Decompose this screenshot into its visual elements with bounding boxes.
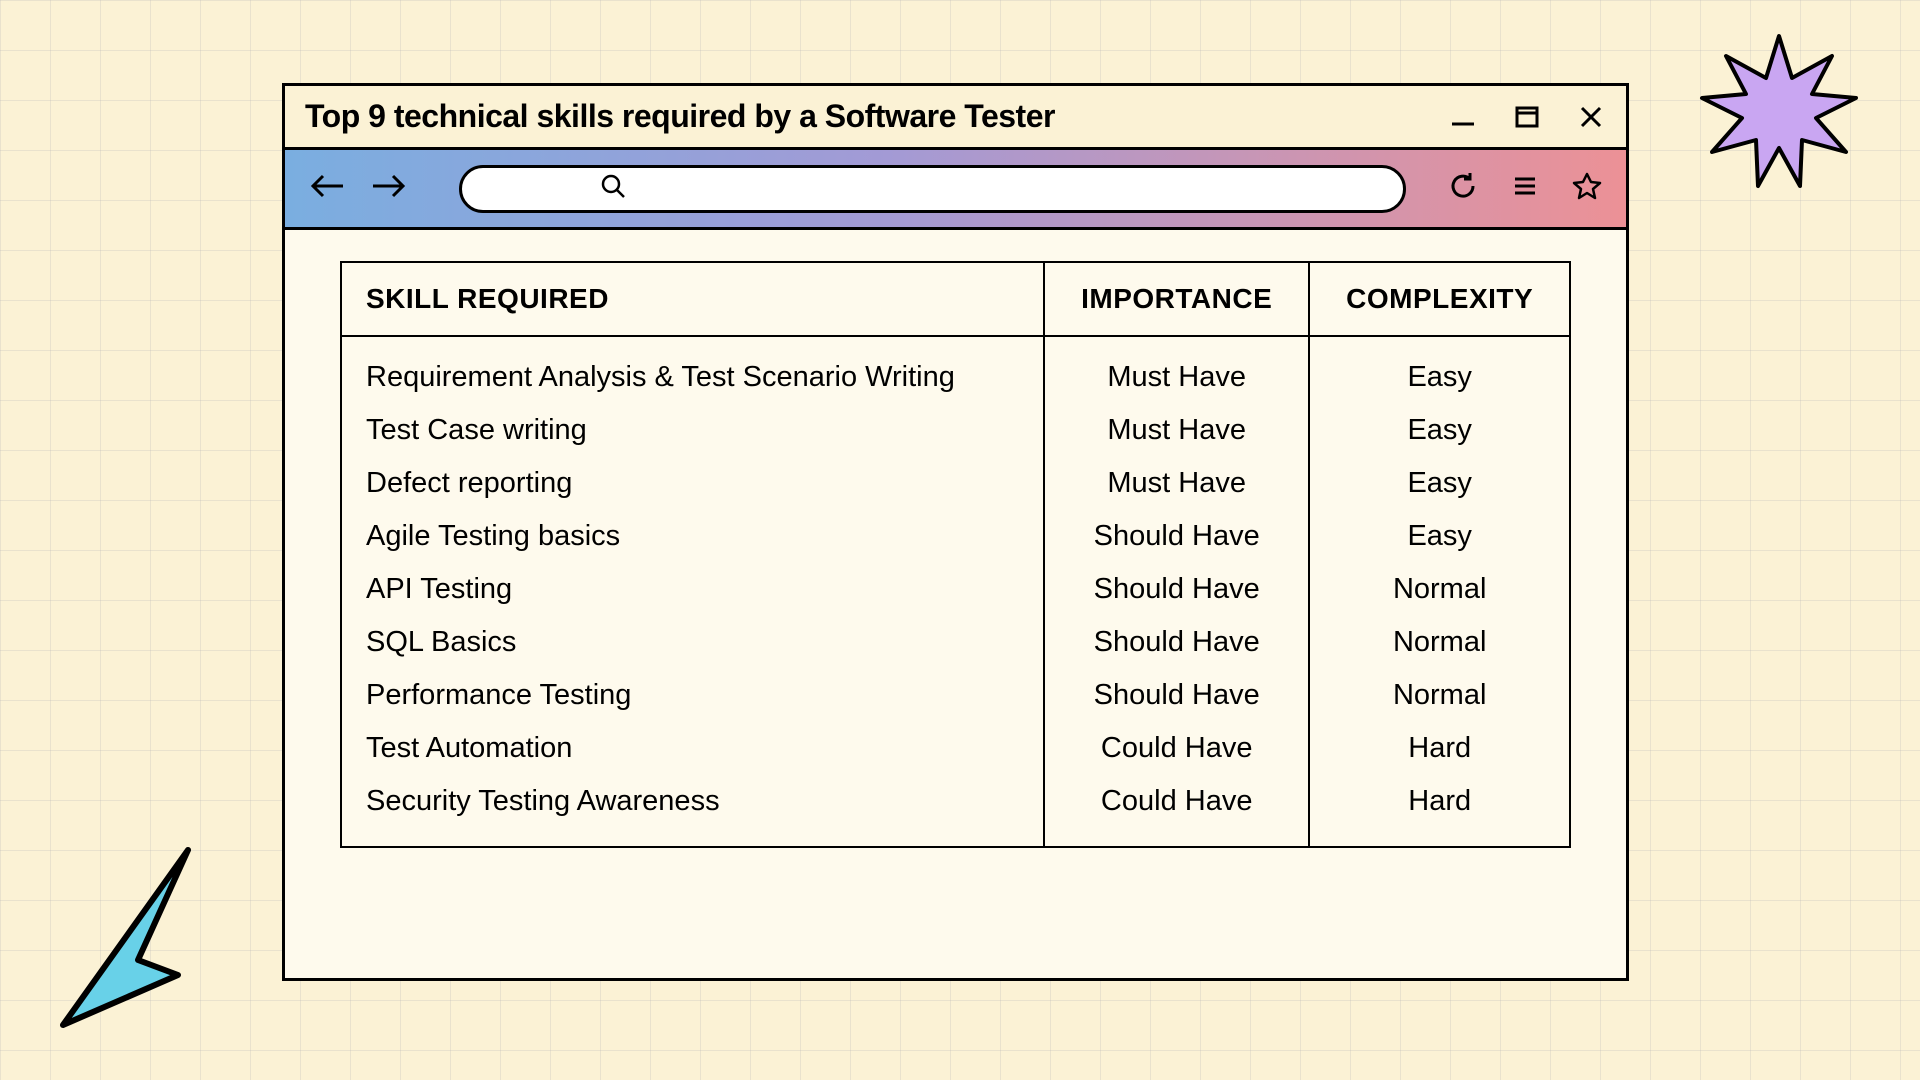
window-controls: [1448, 102, 1606, 132]
cell-skill: Agile Testing basics: [342, 510, 1045, 563]
menu-icon[interactable]: [1510, 171, 1540, 206]
cell-importance: Should Have: [1045, 616, 1310, 669]
header-skill: SKILL REQUIRED: [342, 263, 1045, 337]
browser-toolbar: [285, 150, 1626, 230]
table-row: Security Testing AwarenessCould HaveHard: [342, 775, 1569, 846]
cell-skill: Requirement Analysis & Test Scenario Wri…: [342, 337, 1045, 404]
maximize-icon[interactable]: [1512, 102, 1542, 132]
cell-complexity: Normal: [1310, 669, 1569, 722]
cell-complexity: Easy: [1310, 404, 1569, 457]
table-row: Test AutomationCould HaveHard: [342, 722, 1569, 775]
table-row: Performance TestingShould HaveNormal: [342, 669, 1569, 722]
minimize-icon[interactable]: [1448, 102, 1478, 132]
cell-skill: SQL Basics: [342, 616, 1045, 669]
forward-icon[interactable]: [371, 171, 407, 206]
cell-skill: Security Testing Awareness: [342, 775, 1045, 846]
reload-icon[interactable]: [1448, 171, 1478, 206]
cell-importance: Must Have: [1045, 337, 1310, 404]
address-bar[interactable]: [459, 165, 1406, 213]
table-row: Defect reportingMust HaveEasy: [342, 457, 1569, 510]
window-title: Top 9 technical skills required by a Sof…: [305, 98, 1448, 135]
cell-skill: Test Case writing: [342, 404, 1045, 457]
header-importance: IMPORTANCE: [1045, 263, 1310, 337]
cell-importance: Must Have: [1045, 457, 1310, 510]
cell-importance: Should Have: [1045, 669, 1310, 722]
title-bar: Top 9 technical skills required by a Sof…: [285, 86, 1626, 150]
search-icon: [600, 173, 626, 204]
cell-skill: Defect reporting: [342, 457, 1045, 510]
browser-window: Top 9 technical skills required by a Sof…: [282, 83, 1629, 981]
close-icon[interactable]: [1576, 102, 1606, 132]
cell-importance: Should Have: [1045, 510, 1310, 563]
table-row: SQL BasicsShould HaveNormal: [342, 616, 1569, 669]
cell-skill: API Testing: [342, 563, 1045, 616]
skills-table: SKILL REQUIRED IMPORTANCE COMPLEXITY Req…: [340, 261, 1571, 848]
back-icon[interactable]: [309, 171, 345, 206]
cell-complexity: Easy: [1310, 337, 1569, 404]
cell-skill: Performance Testing: [342, 669, 1045, 722]
table-row: Agile Testing basicsShould HaveEasy: [342, 510, 1569, 563]
table-row: Test Case writingMust HaveEasy: [342, 404, 1569, 457]
cell-importance: Must Have: [1045, 404, 1310, 457]
cell-complexity: Hard: [1310, 775, 1569, 846]
cell-complexity: Easy: [1310, 457, 1569, 510]
cell-importance: Could Have: [1045, 775, 1310, 846]
cell-importance: Could Have: [1045, 722, 1310, 775]
cell-skill: Test Automation: [342, 722, 1045, 775]
table-header-row: SKILL REQUIRED IMPORTANCE COMPLEXITY: [342, 263, 1569, 337]
star-icon[interactable]: [1572, 171, 1602, 206]
content-area: SKILL REQUIRED IMPORTANCE COMPLEXITY Req…: [285, 230, 1626, 978]
cell-complexity: Hard: [1310, 722, 1569, 775]
cell-importance: Should Have: [1045, 563, 1310, 616]
table-row: API TestingShould HaveNormal: [342, 563, 1569, 616]
table-row: Requirement Analysis & Test Scenario Wri…: [342, 337, 1569, 404]
cursor-decoration: [33, 830, 213, 1045]
address-input[interactable]: [746, 177, 1385, 200]
cell-complexity: Easy: [1310, 510, 1569, 563]
header-complexity: COMPLEXITY: [1310, 263, 1569, 337]
cell-complexity: Normal: [1310, 563, 1569, 616]
starburst-decoration: [1694, 28, 1864, 203]
cell-complexity: Normal: [1310, 616, 1569, 669]
